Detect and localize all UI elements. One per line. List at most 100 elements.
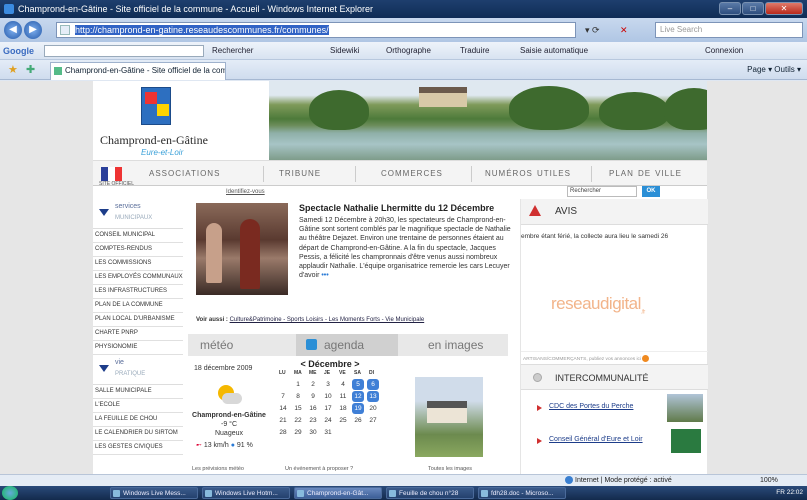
- security-zone[interactable]: Internet | Mode protégé : activé: [565, 475, 672, 486]
- maximize-button[interactable]: □: [742, 2, 764, 15]
- nav-employes[interactable]: LES EMPLOYÉS COMMUNAUX: [93, 271, 183, 285]
- url-field[interactable]: http://champrond-en-gatine.reseaudescomm…: [56, 22, 576, 38]
- calendar-day[interactable]: 31: [322, 427, 334, 438]
- nav-calendrier-sirtom[interactable]: LE CALENDRIER DU SIRTOM: [93, 427, 183, 441]
- saisie-button[interactable]: Saisie automatique: [520, 42, 588, 60]
- calendar-day[interactable]: 6: [367, 379, 379, 390]
- calendar-day[interactable]: 20: [367, 403, 379, 414]
- calendar-day[interactable]: 13: [367, 391, 379, 402]
- nav-charte-pnrp[interactable]: CHARTE PNRP: [93, 327, 183, 341]
- calendar-day[interactable]: 28: [277, 427, 289, 438]
- calendar-day[interactable]: 2: [307, 379, 319, 390]
- task-live-messenger[interactable]: Windows Live Mess...: [110, 487, 198, 499]
- menu-associations[interactable]: associations: [149, 167, 220, 179]
- traduire-button[interactable]: Traduire: [460, 42, 490, 60]
- nav-feuille-de-chou[interactable]: LA FEUILLE DE CHOU: [93, 413, 183, 427]
- cdc-thumbnail[interactable]: [667, 394, 703, 422]
- zoom-level[interactable]: 100%: [760, 475, 778, 486]
- link-cdc-text[interactable]: CDC des Portes du Perche: [549, 403, 633, 410]
- sidewiki-button[interactable]: Sidewiki: [330, 42, 359, 60]
- tab-active[interactable]: Champrond-en-Gâtine - Site officiel de l…: [50, 62, 226, 80]
- menu-numeros-utiles[interactable]: numéros utiles: [485, 167, 571, 179]
- calendar-day[interactable]: 21: [277, 415, 289, 426]
- see-also-links[interactable]: Culture&Patrimoine - Sports Loisirs - Le…: [230, 317, 425, 323]
- nav-conseil-municipal[interactable]: CONSEIL MUNICIPAL: [93, 229, 183, 243]
- calendar-day[interactable]: 29: [292, 427, 304, 438]
- calendar-day[interactable]: 12: [352, 391, 364, 402]
- calendar-day[interactable]: 24: [322, 415, 334, 426]
- nav-plan-commune[interactable]: PLAN DE LA COMMUNE: [93, 299, 183, 313]
- calendar-day[interactable]: 25: [337, 415, 349, 426]
- site-search-input[interactable]: Rechercher: [567, 186, 637, 197]
- calendar-day[interactable]: 22: [292, 415, 304, 426]
- calendar-day[interactable]: 14: [277, 403, 289, 414]
- calendar-day[interactable]: 11: [337, 391, 349, 402]
- google-search-input[interactable]: [44, 45, 204, 57]
- reseaudigital-logo[interactable]: reseaudigital.fr: [551, 294, 645, 315]
- calendar-day[interactable]: 27: [367, 415, 379, 426]
- back-icon[interactable]: ◀: [4, 21, 22, 39]
- system-tray[interactable]: FR 22:02: [776, 486, 803, 500]
- close-button[interactable]: ✕: [765, 2, 803, 15]
- calendar-day[interactable]: 16: [307, 403, 319, 414]
- calendar-day[interactable]: 15: [292, 403, 304, 414]
- task-word-doc[interactable]: fdh28.doc - Microso...: [478, 487, 566, 499]
- connexion-button[interactable]: Connexion: [705, 42, 743, 60]
- nav-commissions[interactable]: LES COMMISSIONS: [93, 257, 183, 271]
- all-images-link[interactable]: Toutes les images: [428, 466, 472, 472]
- weather-forecast-link[interactable]: Les prévisions météo: [192, 466, 244, 472]
- gallery-photo[interactable]: [415, 377, 483, 457]
- town-crest-icon[interactable]: [141, 87, 171, 125]
- site-search-button[interactable]: OK: [642, 186, 660, 197]
- calendar-day[interactable]: 7: [277, 391, 289, 402]
- read-more-link[interactable]: •••: [321, 272, 328, 279]
- article-photo[interactable]: [196, 203, 288, 295]
- task-ie-champrond[interactable]: Champrond-en-Gât...: [294, 487, 382, 499]
- add-favorite-icon[interactable]: ✚: [26, 64, 35, 76]
- calendar-day[interactable]: 1: [292, 379, 304, 390]
- minimize-button[interactable]: –: [719, 2, 741, 15]
- calendar-day[interactable]: 30: [307, 427, 319, 438]
- nav-salle-municipale[interactable]: SALLE MUNICIPALE: [93, 385, 183, 399]
- forward-icon[interactable]: ▶: [24, 21, 42, 39]
- calendar-month[interactable]: < Décembre >: [275, 359, 385, 369]
- nav-comptes-rendus[interactable]: COMPTES-RENDUS: [93, 243, 183, 257]
- nav-gestes-civiques[interactable]: LES GESTES CIVIQUES: [93, 441, 183, 455]
- calendar-day[interactable]: 19: [352, 403, 364, 414]
- calendar-day[interactable]: 5: [352, 379, 364, 390]
- login-link[interactable]: Identifiez-vous: [226, 189, 265, 195]
- calendar-day[interactable]: 10: [322, 391, 334, 402]
- google-search-button[interactable]: Rechercher: [212, 42, 253, 60]
- orthographe-button[interactable]: Orthographe: [386, 42, 431, 60]
- artisans-banner[interactable]: ARTISANS/COMMERÇANTS, publiez vos annonc…: [521, 351, 708, 362]
- tab-agenda[interactable]: agenda: [296, 334, 398, 356]
- nav-infrastructures[interactable]: LES INFRASTRUCTURES: [93, 285, 183, 299]
- menu-commerces[interactable]: commerces: [381, 167, 443, 179]
- calendar-day[interactable]: 9: [307, 391, 319, 402]
- task-feuille-de-chou[interactable]: Feuille de chou n°28: [386, 487, 474, 499]
- refresh-icon[interactable]: ▾ ⟳: [585, 22, 600, 38]
- page-tools-menu[interactable]: Page ▾ Outils ▾: [747, 60, 801, 80]
- nav-physionomie[interactable]: PHYSIONOMIE: [93, 341, 183, 355]
- propose-event-link[interactable]: Un événement à proposer ?: [285, 466, 353, 472]
- calendar-day[interactable]: 26: [352, 415, 364, 426]
- live-search-input[interactable]: Live Search: [655, 22, 803, 38]
- tab-meteo[interactable]: météo: [200, 334, 233, 356]
- calendar-day[interactable]: 4: [337, 379, 349, 390]
- calendar-day[interactable]: 17: [322, 403, 334, 414]
- favorites-star-icon[interactable]: ★: [8, 64, 18, 76]
- start-button[interactable]: [2, 486, 18, 500]
- calendar-day[interactable]: 18: [337, 403, 349, 414]
- task-live-hotmail[interactable]: Windows Live Hotm...: [202, 487, 290, 499]
- nav-ecole[interactable]: L'ECOLE: [93, 399, 183, 413]
- tab-images[interactable]: en images: [428, 334, 483, 356]
- menu-plan-de-ville[interactable]: plan de ville: [609, 167, 682, 179]
- calendar-day[interactable]: 3: [322, 379, 334, 390]
- stop-icon[interactable]: ✕: [620, 22, 628, 38]
- eure-et-loir-logo[interactable]: [671, 429, 701, 453]
- menu-tribune[interactable]: tribune: [279, 167, 321, 179]
- nav-plu[interactable]: PLAN LOCAL D'URBANISME: [93, 313, 183, 327]
- article-title[interactable]: Spectacle Nathalie Lhermitte du 12 Décem…: [299, 203, 494, 213]
- link-conseil-general-text[interactable]: Conseil Général d'Eure et Loir: [549, 436, 643, 443]
- calendar-day[interactable]: 8: [292, 391, 304, 402]
